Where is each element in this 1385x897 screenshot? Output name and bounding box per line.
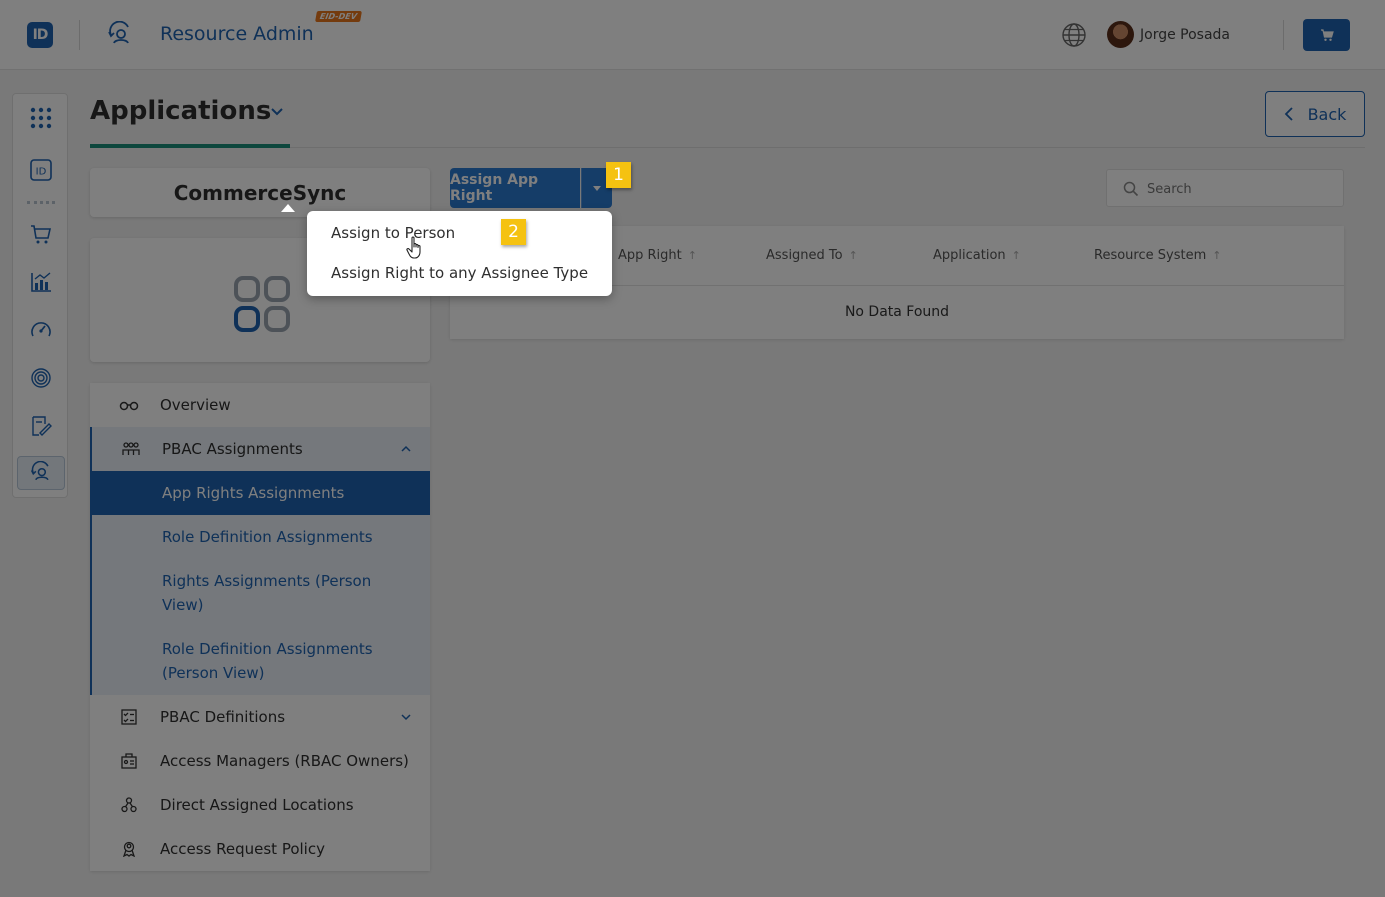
step-badge-2: 2 [501,219,526,245]
step-badge-1: 1 [606,162,631,188]
hand-cursor-icon [406,236,421,259]
dim-overlay [0,0,1385,897]
assign-dropdown-menu: Assign to Person Assign Right to any Ass… [307,211,612,296]
menu-item-assign-to-person[interactable]: Assign to Person [331,224,455,242]
menu-item-assign-right-any-assignee[interactable]: Assign Right to any Assignee Type [331,264,588,282]
dropdown-pointer [281,204,295,212]
